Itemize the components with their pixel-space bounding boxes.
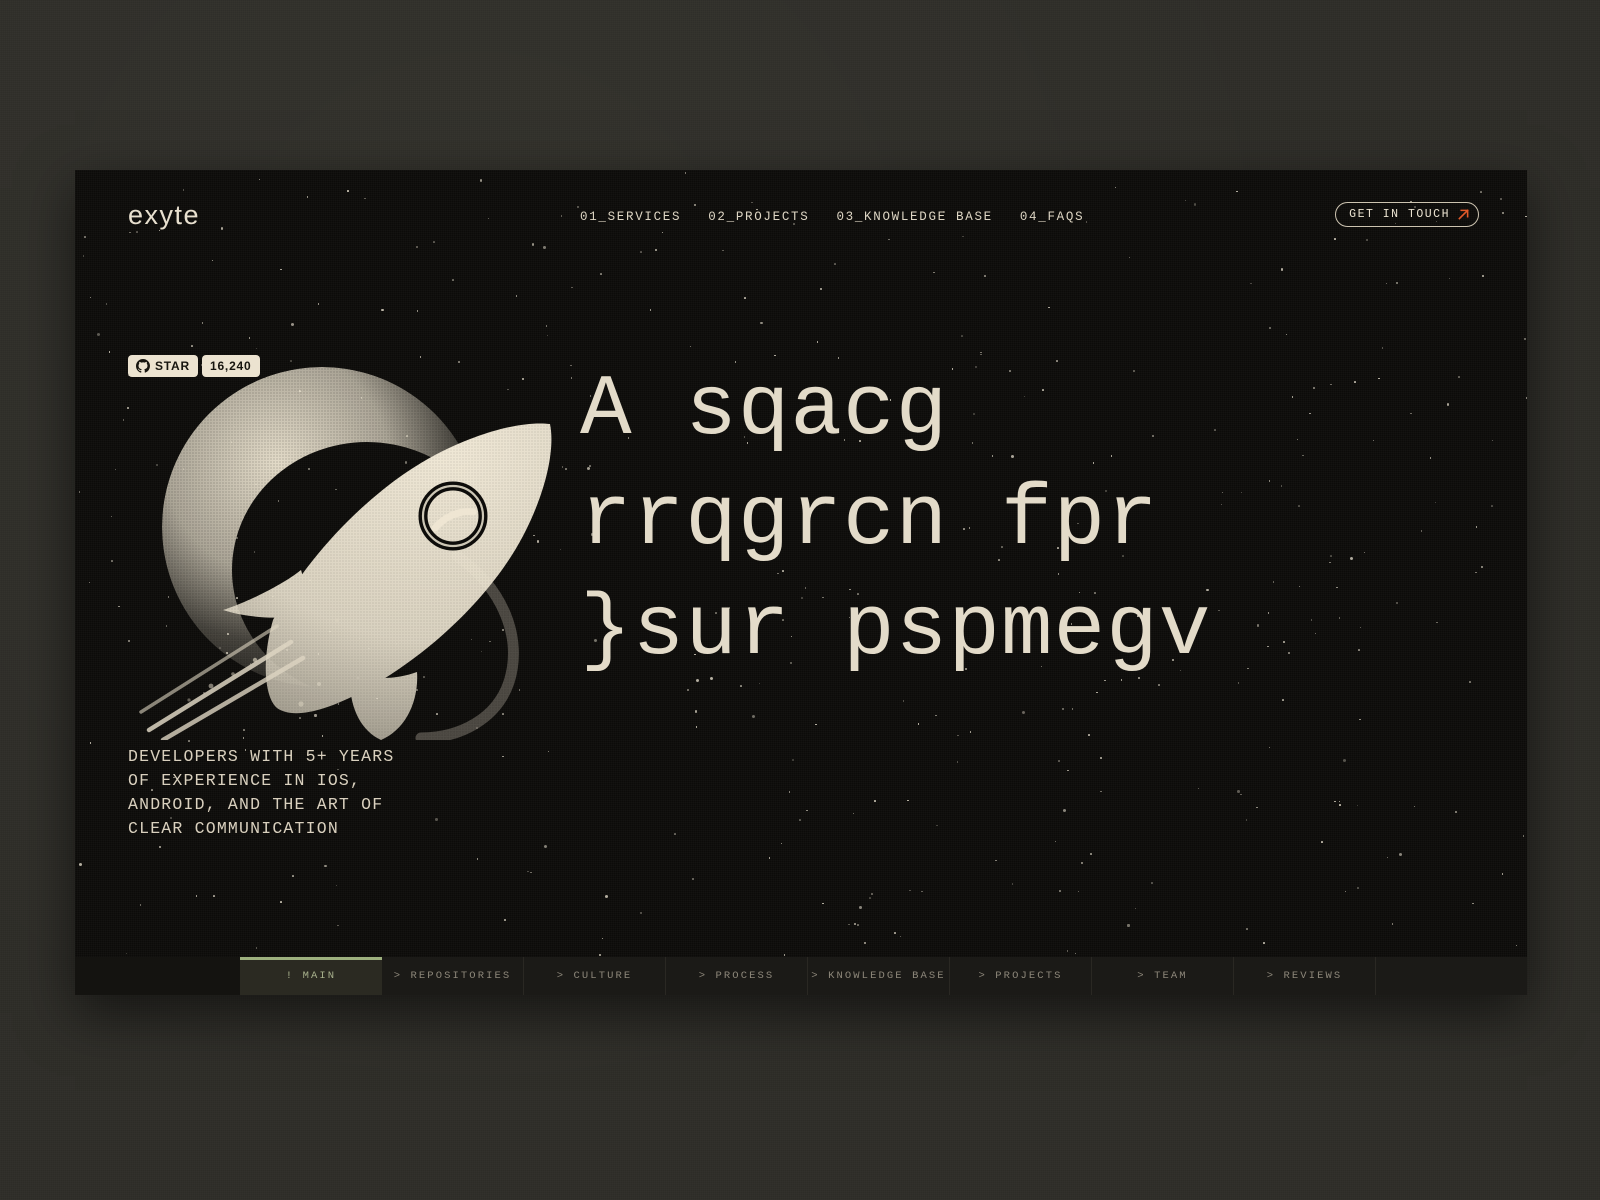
headline-line-2: rrqgrcn fpr — [580, 471, 1159, 570]
github-star-chip[interactable]: STAR — [128, 355, 198, 377]
brand-logo[interactable]: exyte — [128, 200, 200, 231]
nav-item-projects[interactable]: 02_PROJECTS — [708, 210, 809, 224]
tab-reviews[interactable]: > REVIEWS — [1234, 957, 1376, 995]
subcopy-line-4: CLEAR COMMUNICATION — [128, 818, 339, 838]
tabbar-left-spacer — [75, 957, 240, 995]
tab-main[interactable]: ! MAIN — [240, 957, 382, 995]
tab-process[interactable]: > PROCESS — [666, 957, 808, 995]
tab-projects[interactable]: > PROJECTS — [950, 957, 1092, 995]
site-viewport: exyte 01_SERVICES 02_PROJECTS 03_KNOWLED… — [75, 170, 1527, 995]
nav-item-knowledge-base[interactable]: 03_KNOWLEDGE BASE — [836, 210, 992, 224]
main-navigation: 01_SERVICES 02_PROJECTS 03_KNOWLEDGE BAS… — [580, 210, 1084, 224]
subcopy-line-3: ANDROID, AND THE ART OF — [128, 794, 384, 814]
section-tabbar: ! MAIN > REPOSITORIES > CULTURE > PROCES… — [75, 957, 1527, 995]
github-icon — [136, 359, 150, 373]
hero-headline: A sqacg rrqgrcn fpr }sur pspmegv — [580, 355, 1211, 685]
github-star-badge[interactable]: STAR 16,240 — [128, 355, 260, 377]
site-header: exyte 01_SERVICES 02_PROJECTS 03_KNOWLED… — [75, 170, 1527, 260]
nav-item-services[interactable]: 01_SERVICES — [580, 210, 681, 224]
tabbar-right-spacer — [1376, 957, 1527, 995]
headline-line-3: }sur pspmegv — [580, 581, 1212, 680]
github-star-count[interactable]: 16,240 — [201, 355, 260, 377]
get-in-touch-button[interactable]: GET IN TOUCH — [1335, 202, 1479, 227]
tab-repositories[interactable]: > REPOSITORIES — [382, 957, 524, 995]
tab-knowledge-base[interactable]: > KNOWLEDGE BASE — [808, 957, 950, 995]
headline-line-1: A sqacg — [580, 361, 949, 459]
get-in-touch-label: GET IN TOUCH — [1349, 208, 1450, 221]
hero-subcopy: DEVELOPERS WITH 5+ YEARS OF EXPERIENCE I… — [128, 745, 394, 841]
tab-culture[interactable]: > CULTURE — [524, 957, 666, 995]
subcopy-line-1: DEVELOPERS WITH 5+ YEARS — [128, 747, 395, 766]
subcopy-line-2: OF EXPERIENCE IN IOS, — [128, 770, 362, 790]
github-star-label: STAR — [155, 359, 190, 373]
nav-item-faqs[interactable]: 04_FAQS — [1020, 210, 1084, 224]
rocket-shape — [105, 320, 625, 740]
tab-team[interactable]: > TEAM — [1092, 957, 1234, 995]
arrow-up-right-icon — [1456, 207, 1471, 222]
rocket-moon-illustration — [105, 320, 625, 740]
